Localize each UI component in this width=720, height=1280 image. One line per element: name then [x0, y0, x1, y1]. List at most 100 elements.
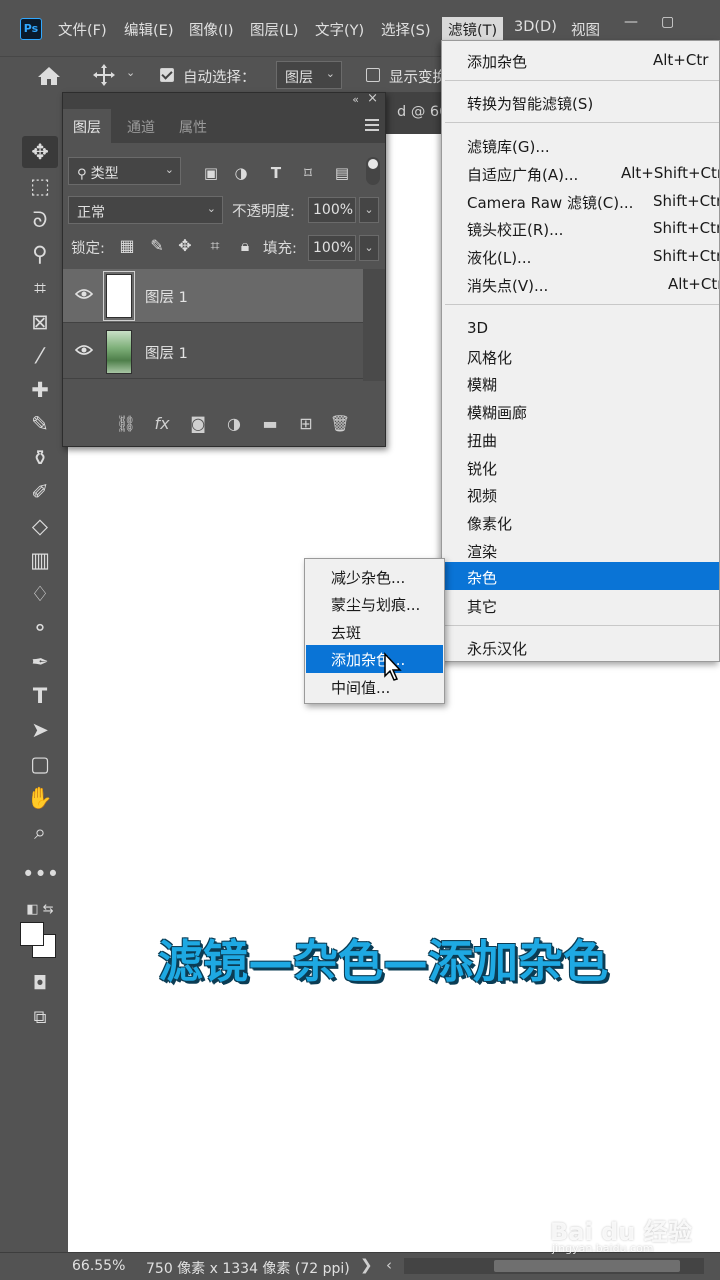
tab-layers[interactable]: 图层 [63, 109, 111, 143]
fx-icon[interactable]: fx [151, 413, 173, 435]
lasso-tool-icon[interactable]: ᘐ [22, 204, 58, 236]
quick-mask-icon[interactable]: ◘ [22, 968, 58, 1000]
home-icon[interactable] [36, 65, 62, 87]
link-icon[interactable]: ⛓ [115, 413, 137, 435]
layer-list-scrollbar[interactable] [363, 269, 385, 381]
collapse-panel-icon[interactable]: « [352, 93, 359, 106]
filter-menu-item-noise[interactable]: 杂色 [442, 562, 719, 590]
filter-toggle[interactable] [366, 157, 380, 185]
hand-tool-icon[interactable]: ✋ [22, 782, 58, 814]
filter-menu-item[interactable]: 自适应广角(A)... Alt+Shift+Ctr [442, 159, 719, 187]
move-tool-preset-icon[interactable]: ⌄ [90, 63, 136, 87]
submenu-item[interactable]: 中间值... [306, 673, 443, 701]
zoom-level[interactable]: 66.55% [72, 1258, 125, 1274]
menu-image[interactable]: 图像(I) [189, 19, 234, 40]
filter-menu-item[interactable]: 像素化 [442, 508, 719, 536]
rectangle-tool-icon[interactable]: ▢ [22, 748, 58, 780]
layer-mask-icon[interactable]: ◙ [187, 413, 209, 435]
menu-layer[interactable]: 图层(L) [250, 19, 298, 40]
filter-menu-item[interactable]: 风格化 [442, 342, 719, 370]
smart-object-filter-icon[interactable]: ▤ [331, 162, 353, 184]
close-icon[interactable]: × [367, 91, 378, 106]
tab-channels[interactable]: 通道 [117, 109, 165, 143]
minimize-icon[interactable]: — [624, 14, 638, 30]
filter-menu-item[interactable]: 3D [442, 314, 719, 342]
layer-name[interactable]: 图层 1 [145, 342, 188, 363]
brush-tool-icon[interactable]: ✎ [22, 408, 58, 440]
pen-tool-icon[interactable]: ✒ [22, 646, 58, 678]
filter-menu-item[interactable]: 锐化 [442, 453, 719, 481]
chevron-down-icon[interactable]: ⌄ [359, 235, 379, 261]
panel-header[interactable]: « × [63, 91, 385, 109]
eye-icon[interactable] [75, 344, 93, 356]
type-tool-icon[interactable]: T [22, 680, 58, 712]
filter-menu-item[interactable]: 永乐汉化 [442, 633, 719, 661]
auto-select-target-select[interactable]: 图层 ⌄ [276, 61, 342, 89]
adjustment-filter-icon[interactable]: ◑ [230, 162, 252, 184]
fill-field[interactable]: 100% [308, 235, 356, 261]
screen-mode-icon[interactable]: ⧉ [22, 1002, 58, 1034]
clone-stamp-tool-icon[interactable]: ⚱ [22, 442, 58, 474]
blur-tool-icon[interactable]: ♢ [22, 578, 58, 610]
adjustment-layer-icon[interactable]: ◑ [223, 413, 245, 435]
new-layer-icon[interactable]: ⊞ [295, 413, 317, 435]
restore-icon[interactable]: ▢ [661, 14, 674, 30]
crop-tool-icon[interactable]: ⌗ [22, 272, 58, 304]
lock-all-icon[interactable]: 🔒︎ [235, 236, 255, 256]
lock-image-icon[interactable]: ✎ [147, 236, 167, 256]
panel-menu-icon[interactable] [365, 119, 379, 134]
blend-mode-select[interactable]: 正常 ⌄ [68, 196, 223, 224]
auto-select-checkbox[interactable] [160, 68, 174, 82]
path-selection-tool-icon[interactable]: ➤ [22, 714, 58, 746]
menu-filter[interactable]: 滤镜(T) [442, 17, 504, 42]
foreground-background-swatch[interactable] [20, 922, 58, 960]
pixel-filter-icon[interactable]: ▣ [200, 162, 222, 184]
menu-select[interactable]: 选择(S) [381, 19, 431, 40]
tab-properties[interactable]: 属性 [169, 109, 217, 143]
healing-brush-tool-icon[interactable]: ✚ [22, 374, 58, 406]
menu-3d[interactable]: 3D(D) [514, 19, 557, 35]
lock-artboard-icon[interactable]: ⌗ [205, 236, 225, 256]
more-tools-icon[interactable]: ••• [22, 858, 59, 890]
move-tool-icon[interactable]: ✥ [22, 136, 58, 168]
menu-edit[interactable]: 编辑(E) [124, 19, 173, 40]
eraser-tool-icon[interactable]: ◇ [22, 510, 58, 542]
lock-transparent-icon[interactable]: ▦ [117, 236, 137, 256]
filter-menu-item[interactable]: 液化(L)... Shift+Ctr [442, 242, 719, 270]
lock-position-icon[interactable]: ✥ [175, 236, 195, 256]
marquee-tool-icon[interactable]: ⬚ [22, 170, 58, 202]
eyedropper-tool-icon[interactable]: ⁄ [22, 340, 58, 372]
filter-menu-item[interactable]: 镜头校正(R)... Shift+Ctr [442, 214, 719, 242]
filter-menu-item[interactable]: 模糊 [442, 369, 719, 397]
quick-select-tool-icon[interactable]: ⚲ [22, 238, 58, 270]
status-menu-arrow-icon[interactable]: ❯ [360, 1256, 373, 1274]
opacity-field[interactable]: 100% [308, 197, 356, 223]
filter-menu-item[interactable]: 模糊画廊 [442, 397, 719, 425]
filter-menu-item[interactable]: 添加杂色 Alt+Ctr [442, 46, 719, 74]
frame-tool-icon[interactable]: ⊠ [22, 306, 58, 338]
filter-menu-item[interactable]: 视频 [442, 480, 719, 508]
filter-menu-item[interactable]: 转换为智能滤镜(S) [442, 88, 719, 116]
filter-menu-item[interactable]: Camera Raw 滤镜(C)... Shift+Ctr [442, 187, 719, 215]
scroll-left-arrow-icon[interactable]: ‹ [386, 1256, 392, 1274]
trash-icon[interactable]: 🗑︎ [329, 413, 351, 435]
folder-icon[interactable]: ▬ [259, 413, 281, 435]
filter-menu-item[interactable]: 渲染 [442, 536, 719, 564]
layer-name[interactable]: 图层 1 [145, 286, 188, 307]
submenu-item-add-noise[interactable]: 添加杂色... [306, 645, 443, 673]
submenu-item[interactable]: 减少杂色... [306, 563, 443, 591]
layer-filter-select[interactable]: ⚲ 类型 ⌄ [68, 157, 181, 185]
gradient-tool-icon[interactable]: ▥ [22, 544, 58, 576]
eye-icon[interactable] [75, 288, 93, 300]
filter-menu-item[interactable]: 滤镜库(G)... [442, 131, 719, 159]
show-transform-checkbox[interactable] [366, 68, 380, 82]
filter-menu-item[interactable]: 消失点(V)... Alt+Ctr [442, 270, 719, 298]
chevron-down-icon[interactable]: ⌄ [359, 197, 379, 223]
type-filter-icon[interactable]: T [265, 162, 287, 184]
filter-menu-item[interactable]: 扭曲 [442, 425, 719, 453]
submenu-item[interactable]: 蒙尘与划痕... [306, 590, 443, 618]
shape-filter-icon[interactable]: ⌑ [297, 162, 319, 184]
filter-menu-item[interactable]: 其它 [442, 591, 719, 619]
layer-row[interactable]: 图层 1 [63, 325, 363, 379]
dodge-tool-icon[interactable]: ⚬ [22, 612, 58, 644]
